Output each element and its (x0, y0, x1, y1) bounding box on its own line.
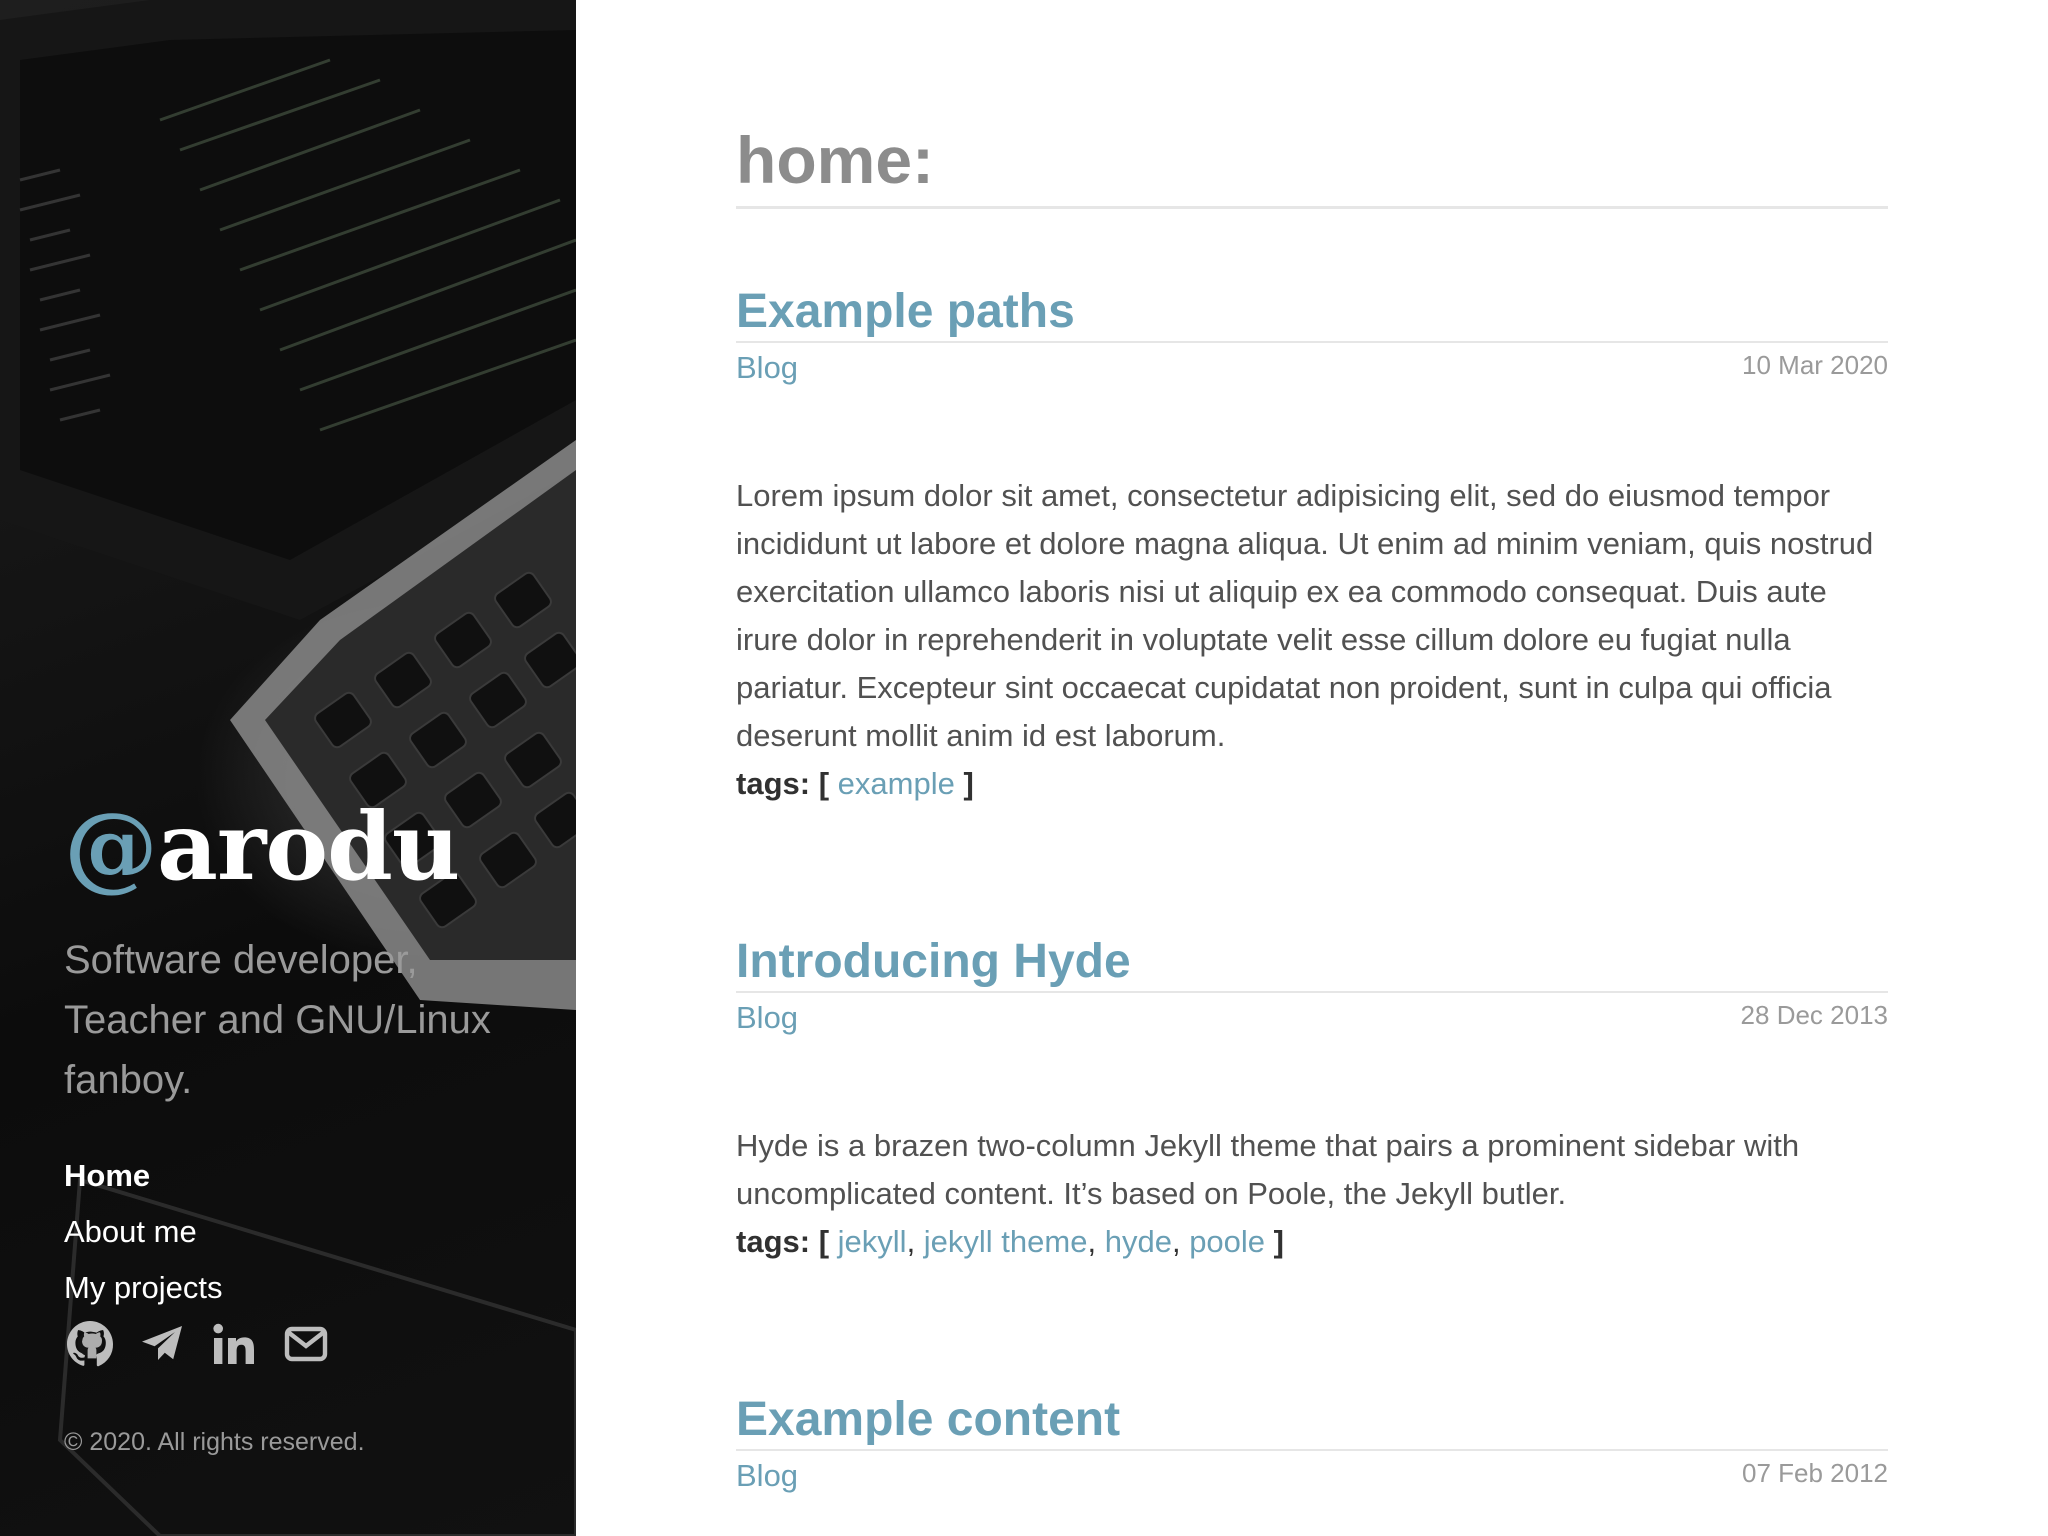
post-excerpt: Hyde is a brazen two-column Jekyll theme… (736, 1128, 1800, 1211)
post-divider (736, 341, 1888, 343)
sidebar-nav: Home About me My projects (64, 1148, 222, 1316)
post-divider (736, 991, 1888, 993)
site-brand[interactable]: @arodu (64, 800, 460, 894)
github-icon[interactable] (66, 1320, 114, 1368)
brand-at-sign: @ (64, 792, 158, 902)
tag-link-example[interactable]: example (838, 766, 955, 801)
post-tags: tags: [ jekyll, jekyll theme, hyde, pool… (736, 1224, 1284, 1259)
post-category-link[interactable]: Blog (736, 996, 798, 1040)
brand-name: arodu (157, 792, 460, 902)
title-divider (736, 206, 1888, 209)
post-title-link[interactable]: Example content (736, 1390, 1120, 1450)
post-divider (736, 1449, 1888, 1451)
post-tags: tags: [ example ] (736, 766, 974, 801)
sidebar: @arodu Software developer, Teacher and G… (0, 0, 576, 1536)
nav-link-home[interactable]: Home (64, 1148, 222, 1204)
post-date: 10 Mar 2020 (1742, 350, 1888, 380)
email-icon[interactable] (282, 1320, 330, 1368)
social-links (66, 1320, 330, 1368)
tag-link-poole[interactable]: poole (1189, 1224, 1265, 1259)
telegram-icon[interactable] (138, 1320, 186, 1368)
nav-link-my-projects[interactable]: My projects (64, 1260, 222, 1316)
post-category-link[interactable]: Blog (736, 1454, 798, 1498)
post-date: 07 Feb 2012 (1741, 1458, 1888, 1488)
copyright-text: © 2020. All rights reserved. (64, 1428, 365, 1456)
post-date: 28 Dec 2013 (1740, 1000, 1888, 1030)
post-title-link[interactable]: Introducing Hyde (736, 932, 1131, 992)
tags-label: tags: (736, 1224, 811, 1259)
nav-link-about-me[interactable]: About me (64, 1204, 222, 1260)
tag-link-jekyll[interactable]: jekyll (838, 1224, 907, 1259)
tag-link-hyde[interactable]: hyde (1105, 1224, 1172, 1259)
tag-link-jekyll-theme[interactable]: jekyll theme (924, 1224, 1088, 1259)
post-title-link[interactable]: Example paths (736, 282, 1075, 342)
post-excerpt: Lorem ipsum dolor sit amet, consectetur … (736, 478, 1874, 753)
page-title: home: (736, 123, 934, 197)
site-tagline: Software developer, Teacher and GNU/Linu… (64, 938, 491, 1102)
linkedin-icon[interactable] (210, 1320, 258, 1368)
post-category-link[interactable]: Blog (736, 346, 798, 390)
tags-label: tags: (736, 766, 811, 801)
